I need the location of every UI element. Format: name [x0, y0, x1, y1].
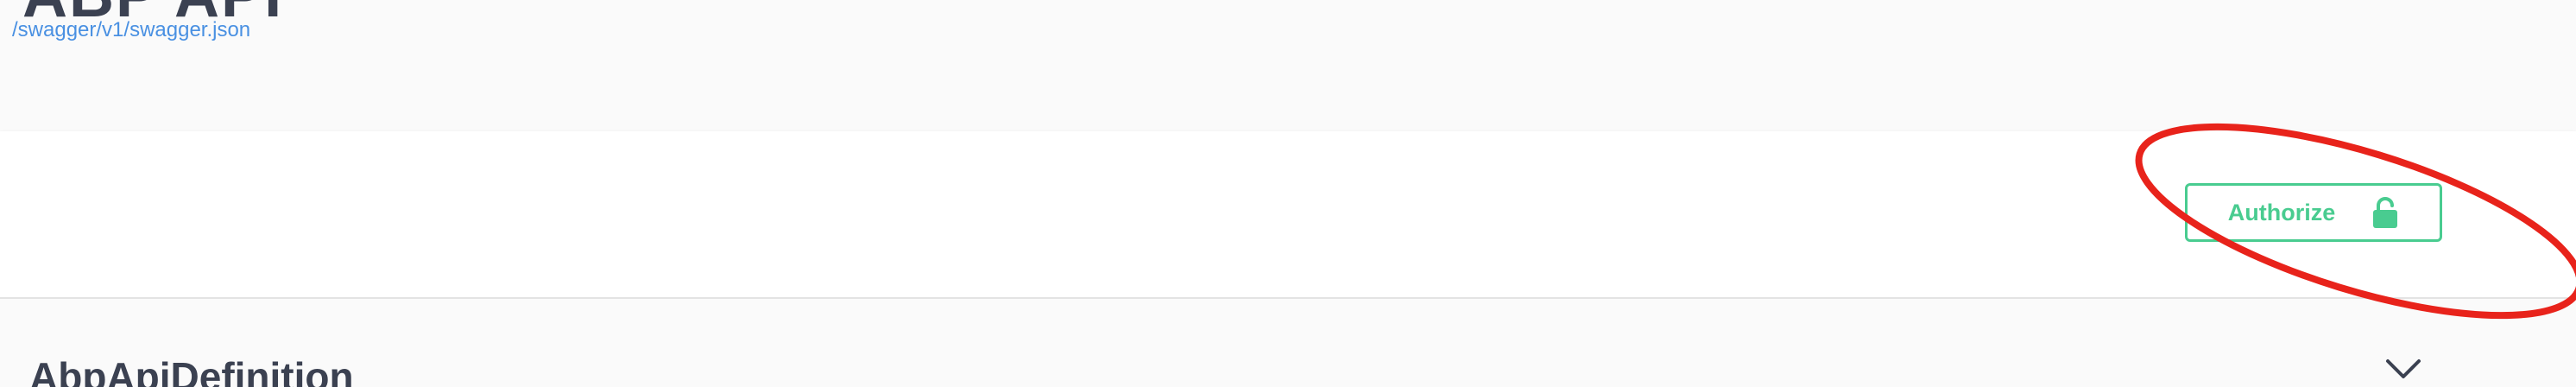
swagger-json-link[interactable]: /swagger/v1/swagger.json — [12, 17, 250, 43]
authorize-label: Authorize — [2227, 199, 2336, 225]
tag-section[interactable]: AbpApiDefinition — [0, 297, 2576, 387]
api-info-section: ABP API /swagger/v1/swagger.json — [0, 0, 2576, 131]
chevron-down-icon[interactable] — [2384, 356, 2422, 382]
tag-title[interactable]: AbpApiDefinition — [29, 352, 354, 387]
authorize-button[interactable]: Authorize — [2185, 183, 2442, 242]
unlocked-padlock-icon — [2373, 197, 2398, 228]
swagger-page: ABP API /swagger/v1/swagger.json Authori… — [0, 0, 2576, 387]
